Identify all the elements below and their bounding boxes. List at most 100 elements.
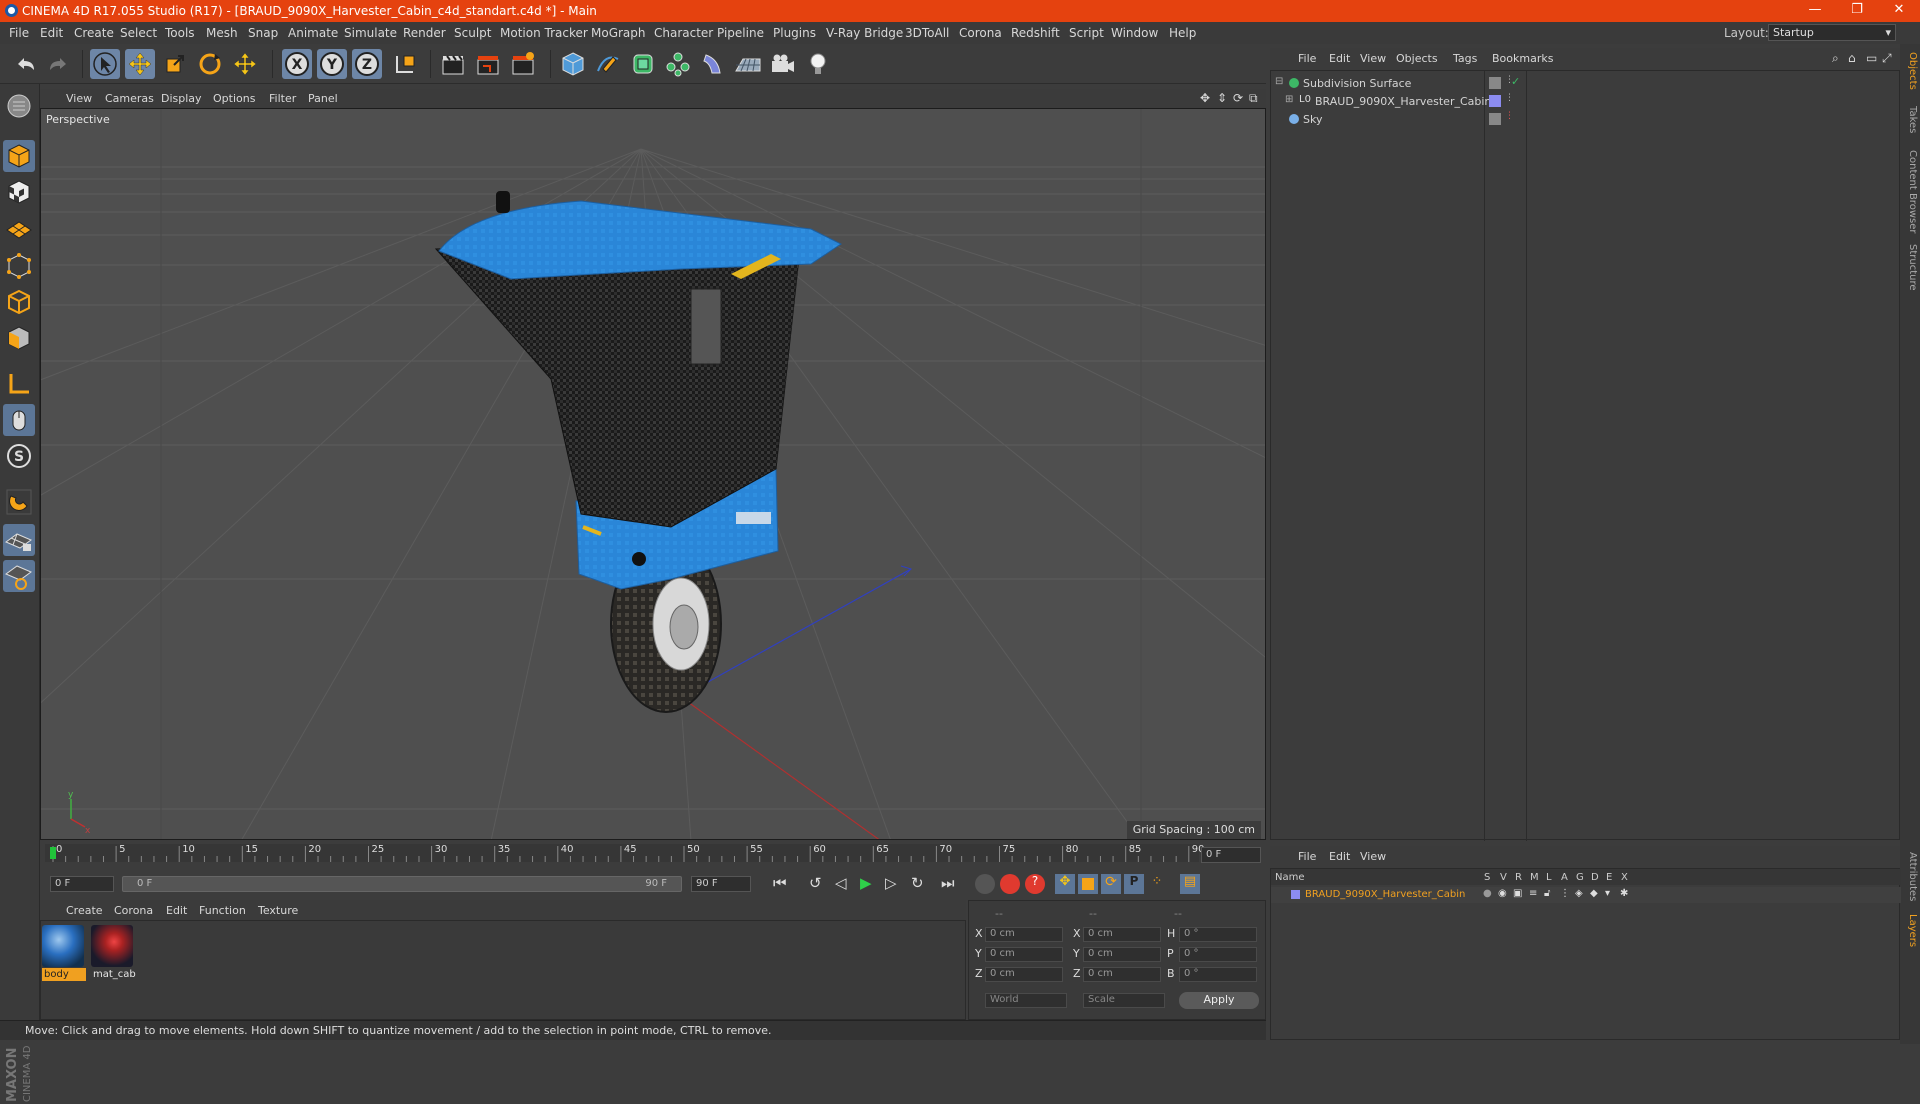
mat-menu-function[interactable]: Function <box>199 904 246 917</box>
col-expressions[interactable]: E <box>1606 872 1612 883</box>
locked-workplane-button[interactable] <box>3 560 35 592</box>
layer-row-harvester-cabin[interactable]: BRAUD_9090X_Harvester_Cabin ● ◉ ▣ ≡ 🔓︎ ⋮… <box>1271 887 1901 903</box>
om-menu-view[interactable]: View <box>1360 52 1386 65</box>
select-tool-button[interactable] <box>90 49 120 79</box>
col-locked[interactable]: L <box>1546 872 1552 883</box>
visibility-dots-icon[interactable]: ⋮ <box>1505 111 1514 121</box>
xref-toggle-icon[interactable]: ✱ <box>1620 888 1628 899</box>
lm-menu-file[interactable]: File <box>1298 850 1316 863</box>
apply-button[interactable]: Apply <box>1179 992 1259 1009</box>
size-z-field[interactable]: 0 cm <box>1083 967 1161 982</box>
enabled-check-icon[interactable]: ✓ <box>1511 75 1520 88</box>
material-swatch-body[interactable]: body <box>42 925 86 981</box>
menu-plugins[interactable]: Plugins <box>773 26 816 40</box>
viewport-menu-panel[interactable]: Panel <box>308 92 338 105</box>
render-region-button[interactable] <box>473 49 503 79</box>
workplane-lock-button[interactable] <box>3 524 35 556</box>
model-mode-button[interactable] <box>3 140 35 172</box>
col-generators[interactable]: G <box>1576 872 1584 883</box>
menu-help[interactable]: Help <box>1169 26 1196 40</box>
timeline-window-icon[interactable]: ▤ <box>1180 874 1200 894</box>
size-x-field[interactable]: 0 cm <box>1083 927 1161 942</box>
menu-mesh[interactable]: Mesh <box>206 26 238 40</box>
object-row-sky[interactable]: Sky ⋮ <box>1271 111 1901 129</box>
position-y-field[interactable]: 0 cm <box>985 947 1063 962</box>
menu-animate[interactable]: Animate <box>288 26 338 40</box>
lm-menu-edit[interactable]: Edit <box>1329 850 1350 863</box>
collapse-icon[interactable]: ⊟ <box>1275 76 1283 87</box>
lm-menu-view[interactable]: View <box>1360 850 1386 863</box>
coordinate-system-button[interactable] <box>390 49 420 79</box>
layer-color-swatch[interactable] <box>1291 890 1300 899</box>
home-icon[interactable]: ⌂ <box>1848 51 1856 65</box>
col-render[interactable]: R <box>1515 872 1522 883</box>
go-to-start-icon[interactable]: ⏮ <box>773 874 787 892</box>
om-menu-objects[interactable]: Objects <box>1396 52 1438 65</box>
viewport-menu-filter[interactable]: Filter <box>269 92 296 105</box>
viewport-menu-options[interactable]: Options <box>213 92 255 105</box>
rotation-h-field[interactable]: 0 ° <box>1179 927 1257 942</box>
tab-structure[interactable]: Structure <box>1902 244 1918 291</box>
om-menu-bookmarks[interactable]: Bookmarks <box>1492 52 1553 65</box>
solo-mode-button[interactable]: S <box>3 440 35 472</box>
key-position-icon[interactable]: ✥ <box>1055 874 1075 894</box>
col-view[interactable]: V <box>1500 872 1507 883</box>
viewport-move-icon[interactable]: ✥ <box>1200 91 1210 105</box>
timeline-ruler[interactable]: 0 5 10 15 20 25 30 35 40 45 50 55 60 65 70 75 80 85 90 0 F <box>40 842 1266 872</box>
deformer-toggle-icon[interactable]: ◆ <box>1590 888 1598 899</box>
x-axis-lock-button[interactable]: X <box>282 49 312 79</box>
render-toggle-icon[interactable]: ▣ <box>1513 888 1522 899</box>
menu-sculpt[interactable]: Sculpt <box>454 26 491 40</box>
add-floor-button[interactable] <box>733 49 763 79</box>
col-manager[interactable]: M <box>1530 872 1539 883</box>
viewport-menu-view[interactable]: View <box>66 92 92 105</box>
workplane-mode-button[interactable] <box>3 212 35 244</box>
key-scale-icon[interactable] <box>1078 874 1098 894</box>
object-row-subdivision-surface[interactable]: ⊟ Subdivision Surface ⋮ ✓ <box>1271 75 1901 93</box>
current-frame-field[interactable]: 0 F <box>1201 847 1261 863</box>
start-frame-field[interactable]: 0 F <box>50 876 114 892</box>
col-xref[interactable]: X <box>1621 872 1628 883</box>
menu-character[interactable]: Character <box>654 26 713 40</box>
coords-mode-dropdown[interactable]: World <box>985 993 1067 1008</box>
mat-menu-texture[interactable]: Texture <box>258 904 298 917</box>
scale-tool-button[interactable] <box>160 49 190 79</box>
viewport-menu-cameras[interactable]: Cameras <box>105 92 154 105</box>
tab-takes[interactable]: Takes <box>1902 106 1918 133</box>
texture-mode-button[interactable] <box>3 176 35 208</box>
add-cube-button[interactable] <box>558 49 588 79</box>
col-name[interactable]: Name <box>1275 872 1305 883</box>
col-solo[interactable]: S <box>1484 872 1490 883</box>
go-to-end-icon[interactable]: ⏭ <box>941 874 955 892</box>
menu-create[interactable]: Create <box>74 26 114 40</box>
layer-icon[interactable] <box>1489 77 1501 89</box>
new-view-icon[interactable]: ▭ <box>1866 51 1877 65</box>
layer-icon[interactable] <box>1489 113 1501 125</box>
menu-pipeline[interactable]: Pipeline <box>717 26 764 40</box>
om-menu-edit[interactable]: Edit <box>1329 52 1350 65</box>
menu-3dtoall[interactable]: 3DToAll <box>905 26 949 40</box>
make-editable-button[interactable] <box>3 90 35 122</box>
frame-range-slider[interactable]: 0 F 90 F <box>122 876 682 892</box>
next-frame-icon[interactable]: ▷ <box>885 874 897 892</box>
visibility-dots-icon[interactable]: ⋮ <box>1505 93 1514 103</box>
mat-menu-edit[interactable]: Edit <box>166 904 187 917</box>
play-icon[interactable]: ▶ <box>860 874 872 892</box>
expression-toggle-icon[interactable]: ▾ <box>1605 888 1610 899</box>
points-mode-button[interactable] <box>3 250 35 282</box>
snapping-button[interactable] <box>3 486 35 518</box>
add-generator-button[interactable] <box>628 49 658 79</box>
layout-dropdown[interactable]: Startup ▾ <box>1768 24 1896 41</box>
tab-content-browser[interactable]: Content Browser <box>1902 150 1918 233</box>
z-axis-lock-button[interactable]: Z <box>352 49 382 79</box>
render-view-button[interactable] <box>438 49 468 79</box>
position-x-field[interactable]: 0 cm <box>985 927 1063 942</box>
mat-menu-corona[interactable]: Corona <box>114 904 153 917</box>
lock-icon[interactable]: 🔓︎ <box>1544 888 1550 899</box>
expand-icon[interactable]: ⤢ <box>1882 51 1892 66</box>
viewport-menu-display[interactable]: Display <box>161 92 202 105</box>
layer-color-icon[interactable] <box>1489 95 1501 107</box>
menu-redshift[interactable]: Redshift <box>1011 26 1060 40</box>
search-icon[interactable]: ⌕ <box>1832 51 1839 66</box>
view-eye-icon[interactable]: ◉ <box>1498 888 1507 899</box>
